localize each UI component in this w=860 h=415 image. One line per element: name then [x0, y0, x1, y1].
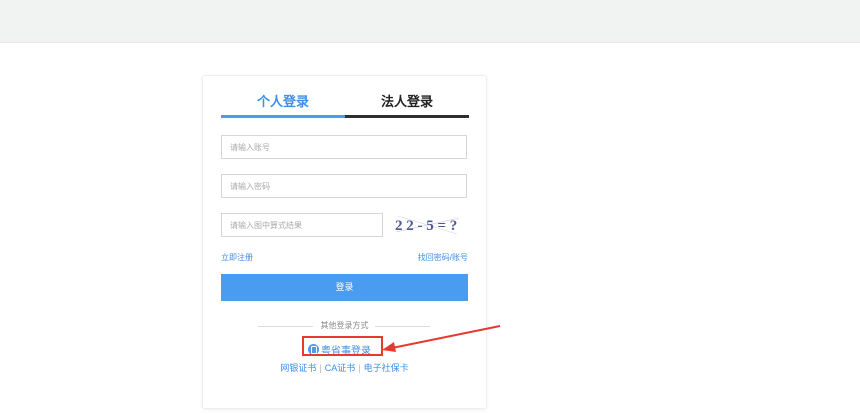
top-bar — [0, 0, 860, 43]
login-panel: 个人登录 法人登录 2 2 - 5 = ? 立即注册 找回密码/账号 登录 其他… — [202, 75, 487, 409]
ca-cert-link[interactable]: CA证书 — [325, 363, 356, 373]
recover-account-link[interactable]: 找回密码/账号 — [418, 252, 468, 263]
register-link[interactable]: 立即注册 — [221, 252, 253, 263]
captcha-input[interactable] — [221, 213, 383, 237]
social-security-card-link[interactable]: 电子社保卡 — [364, 363, 409, 373]
annotation-highlight-box — [302, 336, 383, 356]
bank-cert-link[interactable]: 网银证书 — [280, 363, 316, 373]
password-input[interactable] — [221, 174, 467, 198]
tab-personal-login[interactable]: 个人登录 — [221, 91, 345, 118]
login-button[interactable]: 登录 — [221, 274, 468, 301]
annotation-arrow-icon — [382, 325, 501, 352]
captcha-text: 2 2 - 5 = ? — [395, 218, 457, 234]
login-tabs: 个人登录 法人登录 — [221, 91, 469, 118]
captcha-image[interactable]: 2 2 - 5 = ? — [393, 210, 463, 238]
alt-login-methods: 网银证书 | CA证书 | 电子社保卡 — [203, 361, 486, 374]
separator: | — [319, 363, 322, 373]
account-input[interactable] — [221, 135, 467, 159]
separator: | — [358, 363, 361, 373]
tab-legal-login[interactable]: 法人登录 — [345, 91, 469, 118]
